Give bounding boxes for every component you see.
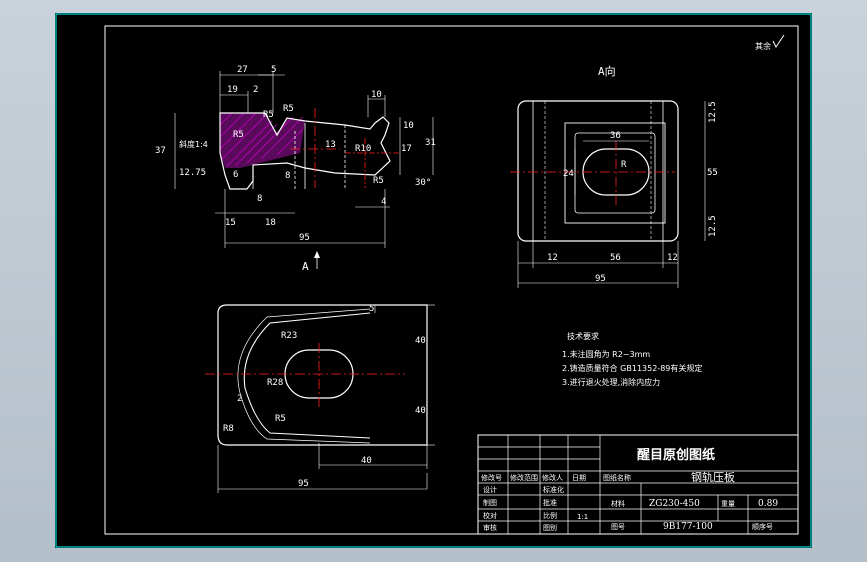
roughness-text: 其余 (755, 41, 771, 51)
dim-56: 56 (610, 253, 621, 263)
dim-r5-d: R5 (373, 176, 384, 186)
dim-2-plan: 2 (237, 394, 242, 404)
scale-value: 1:1 (577, 513, 588, 521)
dim-55: 55 (707, 168, 718, 178)
plan-view: R23 R28 R8 2 R5 40 40 5 40 95 (205, 304, 435, 493)
tb-drawing: 制图 (483, 498, 497, 507)
dim-r28: R28 (267, 378, 283, 388)
dim-18: 18 (265, 218, 276, 228)
tb-modify-range: 修改范围 (510, 473, 538, 482)
company-name: 醒目原创图纸 (637, 447, 715, 463)
dim-5-plan: 5 (369, 304, 374, 314)
outer-frame (55, 13, 812, 548)
number-value: 9B177-100 (663, 522, 713, 532)
tb-modifier: 修改人 (542, 473, 563, 482)
dim-r10: R10 (355, 144, 371, 154)
tb-standard: 标准化 (543, 485, 564, 494)
dim-5: 5 (271, 65, 276, 75)
title-block: 醒目原创图纸 图纸名称 钢轨压板 材料 ZG230-450 重量 0.89 图号… (477, 434, 799, 535)
drawing-name-label: 图纸名称 (603, 473, 631, 482)
dim-4: 4 (381, 197, 386, 207)
tb-design: 设计 (483, 485, 497, 494)
dim-40-b: 40 (415, 406, 426, 416)
dim-36: 36 (610, 131, 621, 141)
dim-r8: R8 (223, 424, 234, 434)
technical-notes: 技术要求 1.未注圆角为 R2~3mm 2.铸造质量符合 GB11352-89有… (562, 331, 702, 387)
dim-17: 17 (401, 144, 412, 154)
dim-31: 31 (425, 138, 436, 148)
plan-inner-contour (243, 312, 371, 439)
tb-check: 校对 (483, 511, 497, 520)
dim-27: 27 (237, 65, 248, 75)
tb-type: 图别 (543, 523, 557, 532)
dim-12-5-top: 12.5 (708, 101, 718, 123)
tech-note-1: 1.未注圆角为 R2~3mm (562, 349, 650, 359)
dim-2: 2 (253, 85, 258, 95)
roughness-mark: 其余 (755, 34, 785, 51)
side-view: A向 12.5 36 24 55 12.5 12 56 12 95 R (510, 64, 718, 288)
front-section-view: 27 5 19 2 10 37 R5 R5 R5 R10 斜度1:4 12.75… (155, 65, 436, 273)
dim-24: 24 (563, 169, 574, 179)
view-a-arrow: A (302, 251, 320, 273)
cad-viewport: 其余 27 5 19 2 10 37 R5 R5 R5 R10 斜度1:4 12… (0, 0, 867, 562)
plan-outline (217, 304, 428, 446)
tb-modify-no: 修改号 (481, 473, 502, 482)
tb-approve: 批准 (543, 498, 557, 507)
dim-12-75: 12.75 (179, 168, 206, 178)
dim-r5-plan: R5 (275, 414, 286, 424)
dim-95-front: 95 (299, 233, 310, 243)
dim-95-plan: 95 (298, 479, 309, 489)
weight-value: 0.89 (758, 499, 778, 509)
dim-15: 15 (225, 218, 236, 228)
slope-note: 斜度1:4 (179, 139, 208, 149)
dim-40-a: 40 (415, 336, 426, 346)
dim-r-side: R (621, 160, 627, 170)
dim-10-b: 10 (403, 121, 414, 131)
material-label: 材料 (611, 499, 625, 508)
dim-r5-b: R5 (263, 110, 274, 120)
dim-95-side: 95 (595, 274, 606, 284)
material-value: ZG230-450 (649, 499, 700, 509)
tb-review: 审核 (483, 523, 497, 532)
dim-6: 6 (233, 170, 238, 180)
dim-r5-c: R5 (283, 104, 294, 114)
weight-label: 重量 (721, 500, 735, 508)
dim-12-a: 12 (547, 253, 558, 263)
dim-8-a: 8 (257, 194, 262, 204)
tb-date: 日期 (572, 474, 586, 482)
number-label: 图号 (611, 523, 625, 531)
tech-note-3: 3.进行退火处理,消除内应力 (562, 377, 660, 387)
dim-10: 10 (371, 90, 382, 100)
tech-notes-title: 技术要求 (567, 331, 599, 341)
side-outline (517, 100, 679, 242)
drawing-sheet[interactable]: 其余 27 5 19 2 10 37 R5 R5 R5 R10 斜度1:4 12… (55, 13, 812, 548)
dim-37: 37 (155, 146, 166, 156)
dim-12-b: 12 (667, 253, 678, 263)
dim-13: 13 (325, 140, 336, 150)
view-a-title: A向 (598, 64, 616, 78)
dim-8-b: 8 (285, 171, 290, 181)
dim-r5-a: R5 (233, 130, 244, 140)
dim-r23: R23 (281, 331, 297, 341)
dim-30deg: 30° (415, 178, 431, 188)
dim-19: 19 (227, 85, 238, 95)
drawing-name: 钢轨压板 (691, 470, 735, 484)
tech-note-2: 2.铸造质量符合 GB11352-89有关规定 (562, 363, 702, 373)
drawing-canvas: 其余 27 5 19 2 10 37 R5 R5 R5 R10 斜度1:4 12… (55, 13, 812, 548)
tb-scale-label: 比例 (543, 511, 557, 520)
dim-40-c: 40 (361, 456, 372, 466)
dim-12-5-bottom: 12.5 (708, 215, 718, 237)
view-a-label: A (302, 260, 309, 273)
sequence-label: 顺序号 (752, 522, 773, 531)
